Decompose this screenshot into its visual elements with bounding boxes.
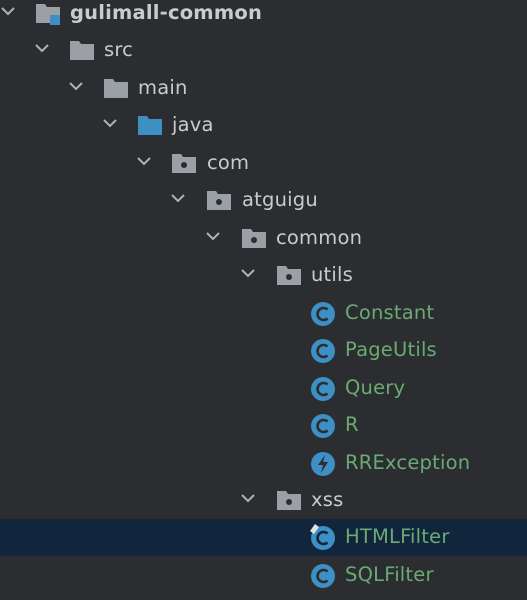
tree-node-common[interactable]: common bbox=[0, 220, 527, 257]
tree-node-r[interactable]: R bbox=[0, 407, 527, 444]
folder-icon bbox=[102, 74, 130, 102]
source-root-folder-icon bbox=[136, 111, 164, 139]
tree-node-htmlfilter[interactable]: HTMLFilter bbox=[0, 519, 527, 556]
project-tree: gulimall-common src main java com atguig… bbox=[0, 0, 527, 600]
tree-node-pageutils[interactable]: PageUtils bbox=[0, 332, 527, 369]
chevron-down-icon[interactable] bbox=[170, 190, 186, 206]
class-icon bbox=[309, 336, 337, 364]
folder-icon bbox=[68, 36, 96, 64]
tree-node-label: Constant bbox=[345, 301, 435, 324]
package-icon bbox=[275, 486, 303, 514]
tree-node-main[interactable]: main bbox=[0, 70, 527, 107]
package-icon bbox=[205, 186, 233, 214]
tree-node-label: java bbox=[172, 113, 214, 136]
class-icon bbox=[309, 411, 337, 439]
tree-node-java[interactable]: java bbox=[0, 107, 527, 144]
tree-node-label: RRException bbox=[345, 451, 471, 474]
chevron-down-icon[interactable] bbox=[205, 228, 221, 244]
class-icon bbox=[309, 523, 337, 551]
tree-node-label: HTMLFilter bbox=[345, 525, 450, 548]
tree-node-sqlfilter[interactable]: SQLFilter bbox=[0, 557, 527, 594]
exception-class-icon bbox=[309, 449, 337, 477]
tree-node-label: atguigu bbox=[242, 188, 318, 211]
chevron-down-icon[interactable] bbox=[34, 40, 50, 56]
tree-node-label: xss bbox=[311, 488, 344, 511]
chevron-down-icon[interactable] bbox=[102, 115, 118, 131]
tree-node-src[interactable]: src bbox=[0, 32, 527, 69]
tree-node-label: gulimall-common bbox=[70, 1, 263, 24]
tree-node-utils[interactable]: utils bbox=[0, 257, 527, 294]
package-icon bbox=[170, 149, 198, 177]
tree-node-gulimall-common[interactable]: gulimall-common bbox=[0, 0, 527, 32]
tree-node-label: utils bbox=[311, 263, 353, 286]
tree-node-xss[interactable]: xss bbox=[0, 482, 527, 519]
package-icon bbox=[275, 261, 303, 289]
chevron-down-icon[interactable] bbox=[136, 153, 152, 169]
chevron-down-icon[interactable] bbox=[0, 3, 16, 19]
tree-node-rrexception[interactable]: RRException bbox=[0, 445, 527, 482]
class-icon bbox=[309, 561, 337, 589]
module-folder-icon bbox=[34, 0, 62, 27]
tree-node-query[interactable]: Query bbox=[0, 370, 527, 407]
tree-node-label: main bbox=[138, 76, 188, 99]
package-icon bbox=[240, 224, 268, 252]
chevron-down-icon[interactable] bbox=[240, 265, 256, 281]
tree-node-label: com bbox=[207, 151, 250, 174]
chevron-down-icon[interactable] bbox=[240, 490, 256, 506]
tree-node-com[interactable]: com bbox=[0, 145, 527, 182]
tree-node-label: SQLFilter bbox=[345, 563, 434, 586]
tree-node-atguigu[interactable]: atguigu bbox=[0, 182, 527, 219]
class-icon bbox=[309, 374, 337, 402]
tree-node-label: R bbox=[345, 413, 359, 436]
class-icon bbox=[309, 299, 337, 327]
tree-node-label: Query bbox=[345, 376, 406, 399]
tree-node-label: src bbox=[104, 38, 134, 61]
chevron-down-icon[interactable] bbox=[68, 78, 84, 94]
tree-node-label: PageUtils bbox=[345, 338, 437, 361]
tree-node-label: common bbox=[276, 226, 363, 249]
tree-node-constant[interactable]: Constant bbox=[0, 295, 527, 332]
